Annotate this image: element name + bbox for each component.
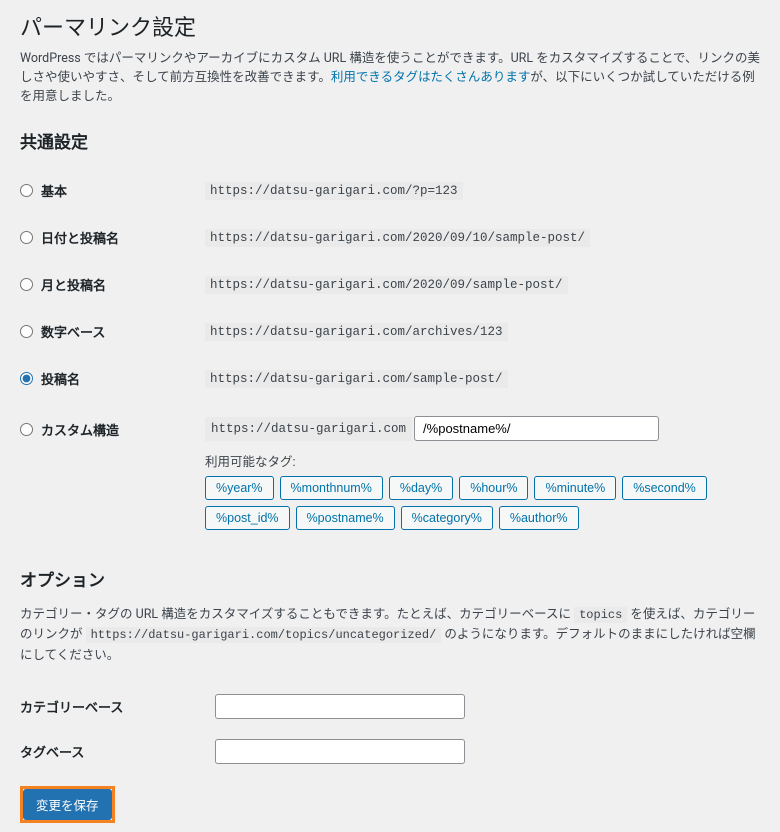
category-base-row: カテゴリーベース: [20, 684, 760, 729]
tag-button-hour[interactable]: %hour%: [459, 476, 528, 500]
option-description: カテゴリー・タグの URL 構造をカスタマイズすることもできます。たとえば、カテ…: [20, 605, 760, 665]
category-base-input[interactable]: [215, 694, 465, 719]
label-custom: カスタム構造: [41, 420, 119, 439]
tag-base-input[interactable]: [215, 739, 465, 764]
permalink-option-postname: 投稿名 https://datsu-garigari.com/sample-po…: [20, 355, 760, 402]
permalink-option-numeric: 数字ベース https://datsu-garigari.com/archive…: [20, 308, 760, 355]
save-button[interactable]: 変更を保存: [23, 789, 112, 820]
tag-base-row: タグベース: [20, 729, 760, 774]
tag-button-category[interactable]: %category%: [401, 506, 493, 530]
custom-prefix: https://datsu-garigari.com: [205, 417, 412, 441]
page-title: パーマリンク設定: [20, 10, 760, 42]
radio-basic[interactable]: [20, 184, 33, 197]
label-date-post: 日付と投稿名: [41, 228, 119, 247]
label-numeric: 数字ベース: [41, 322, 105, 341]
permalink-option-basic: 基本 https://datsu-garigari.com/?p=123: [20, 167, 760, 214]
example-date-post: https://datsu-garigari.com/2020/09/10/sa…: [205, 229, 590, 247]
tag-button-year[interactable]: %year%: [205, 476, 274, 500]
tags-container: %year%%monthnum%%day%%hour%%minute%%seco…: [205, 476, 760, 530]
section-common-heading: 共通設定: [20, 128, 760, 153]
page-description: WordPress ではパーマリンクやアーカイブにカスタム URL 構造を使うこ…: [20, 50, 760, 106]
tag-button-author[interactable]: %author%: [499, 506, 579, 530]
example-basic: https://datsu-garigari.com/?p=123: [205, 182, 463, 200]
tags-label: 利用可能なタグ:: [205, 451, 760, 470]
tag-button-monthnum[interactable]: %monthnum%: [280, 476, 383, 500]
label-month-post: 月と投稿名: [41, 275, 106, 294]
tag-base-label: タグベース: [20, 742, 215, 761]
tags-help-link[interactable]: 利用できるタグはたくさんあります: [331, 70, 531, 85]
example-numeric: https://datsu-garigari.com/archives/123: [205, 323, 508, 341]
permalink-option-month-post: 月と投稿名 https://datsu-garigari.com/2020/09…: [20, 261, 760, 308]
tag-button-minute[interactable]: %minute%: [534, 476, 616, 500]
radio-postname[interactable]: [20, 372, 33, 385]
section-option-heading: オプション: [20, 566, 760, 591]
tag-button-day[interactable]: %day%: [389, 476, 453, 500]
tag-button-second[interactable]: %second%: [622, 476, 707, 500]
radio-custom[interactable]: [20, 423, 33, 436]
radio-month-post[interactable]: [20, 278, 33, 291]
tag-button-postname[interactable]: %postname%: [296, 506, 395, 530]
label-basic: 基本: [41, 181, 67, 200]
permalink-option-custom: カスタム構造 https://datsu-garigari.com 利用可能なタ…: [20, 402, 760, 544]
permalink-option-date-post: 日付と投稿名 https://datsu-garigari.com/2020/0…: [20, 214, 760, 261]
label-postname: 投稿名: [41, 369, 80, 388]
radio-date-post[interactable]: [20, 231, 33, 244]
submit-highlight: 変更を保存: [20, 786, 115, 823]
tag-button-post_id[interactable]: %post_id%: [205, 506, 290, 530]
example-month-post: https://datsu-garigari.com/2020/09/sampl…: [205, 276, 568, 294]
example-postname: https://datsu-garigari.com/sample-post/: [205, 370, 508, 388]
category-base-label: カテゴリーベース: [20, 697, 215, 716]
custom-structure-input[interactable]: [414, 416, 659, 441]
radio-numeric[interactable]: [20, 325, 33, 338]
